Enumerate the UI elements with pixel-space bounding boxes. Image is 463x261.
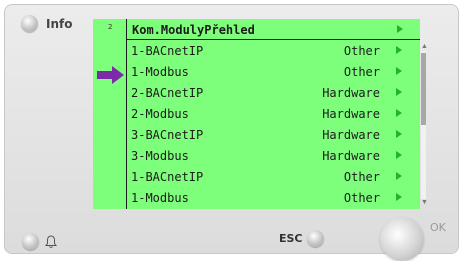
alarm-led-icon xyxy=(22,233,39,250)
row-type: Hardware xyxy=(322,149,380,163)
row-name: 2-BACnetIP xyxy=(131,86,204,100)
scroll-up-icon[interactable]: ▲ xyxy=(421,43,428,50)
menu-header[interactable]: Kom.ModulyPřehled xyxy=(127,19,420,40)
header-arrow-icon xyxy=(397,25,403,33)
row-arrow-icon xyxy=(396,46,402,54)
ok-label: OK xyxy=(430,221,446,234)
row-name: 1-Modbus xyxy=(131,191,189,205)
esc-led-icon xyxy=(306,230,324,247)
row-type: Hardware xyxy=(322,86,380,100)
menu-title: Kom.ModulyPřehled xyxy=(132,23,255,37)
row-type: Hardware xyxy=(322,107,380,121)
row-name: 3-BACnetIP xyxy=(131,128,204,142)
menu-row-selected[interactable]: 1-Modbus Other xyxy=(127,61,407,81)
row-type: Other xyxy=(343,170,380,184)
alarm-button[interactable] xyxy=(22,233,57,250)
menu-row[interactable]: 1-Modbus Other xyxy=(127,187,407,207)
menu-row[interactable]: 1-BACnetIP Other xyxy=(127,40,407,60)
menu-row[interactable]: 2-BACnetIP Hardware xyxy=(127,82,407,102)
hmi-device-panel: Info 2 Kom.ModulyPřehled 1-BACnetIP Othe… xyxy=(4,4,459,261)
info-button[interactable]: Info xyxy=(21,15,72,32)
row-name: 2-Modbus xyxy=(131,107,189,121)
row-arrow-icon xyxy=(396,193,402,201)
menu-row[interactable]: 1-BACnetIP Other xyxy=(127,166,407,186)
selection-pointer-icon xyxy=(97,66,124,84)
row-arrow-icon xyxy=(396,172,402,180)
row-type: Other xyxy=(343,65,380,79)
menu-panel: Kom.ModulyPřehled 1-BACnetIP Other 1-Mod… xyxy=(126,19,420,209)
info-led-icon xyxy=(21,15,38,32)
row-arrow-icon xyxy=(396,151,402,159)
lcd-screen: 2 Kom.ModulyPřehled 1-BACnetIP Other 1-M… xyxy=(93,19,428,209)
row-name: 3-Modbus xyxy=(131,149,189,163)
ok-knob-button[interactable] xyxy=(380,217,424,261)
esc-label: ESC xyxy=(279,232,303,245)
row-type: Hardware xyxy=(322,128,380,142)
row-type: Other xyxy=(343,44,380,58)
menu-row[interactable]: 3-Modbus Hardware xyxy=(127,145,407,165)
scrollbar[interactable]: ▲ ▼ xyxy=(419,43,428,208)
row-arrow-icon xyxy=(396,109,402,117)
row-name: 1-Modbus xyxy=(131,65,189,79)
page-number: 2 xyxy=(108,23,113,31)
bell-icon xyxy=(45,234,57,248)
row-arrow-icon xyxy=(396,67,402,75)
row-type: Other xyxy=(343,191,380,205)
info-label: Info xyxy=(46,16,73,31)
row-name: 1-BACnetIP xyxy=(131,170,204,184)
esc-button[interactable]: ESC xyxy=(279,230,324,247)
scroll-thumb[interactable] xyxy=(421,53,426,125)
row-arrow-icon xyxy=(396,130,402,138)
row-name: 1-BACnetIP xyxy=(131,44,204,58)
row-arrow-icon xyxy=(396,88,402,96)
scroll-down-icon[interactable]: ▼ xyxy=(421,199,428,206)
menu-row[interactable]: 3-BACnetIP Hardware xyxy=(127,124,407,144)
menu-row[interactable]: 2-Modbus Hardware xyxy=(127,103,407,123)
